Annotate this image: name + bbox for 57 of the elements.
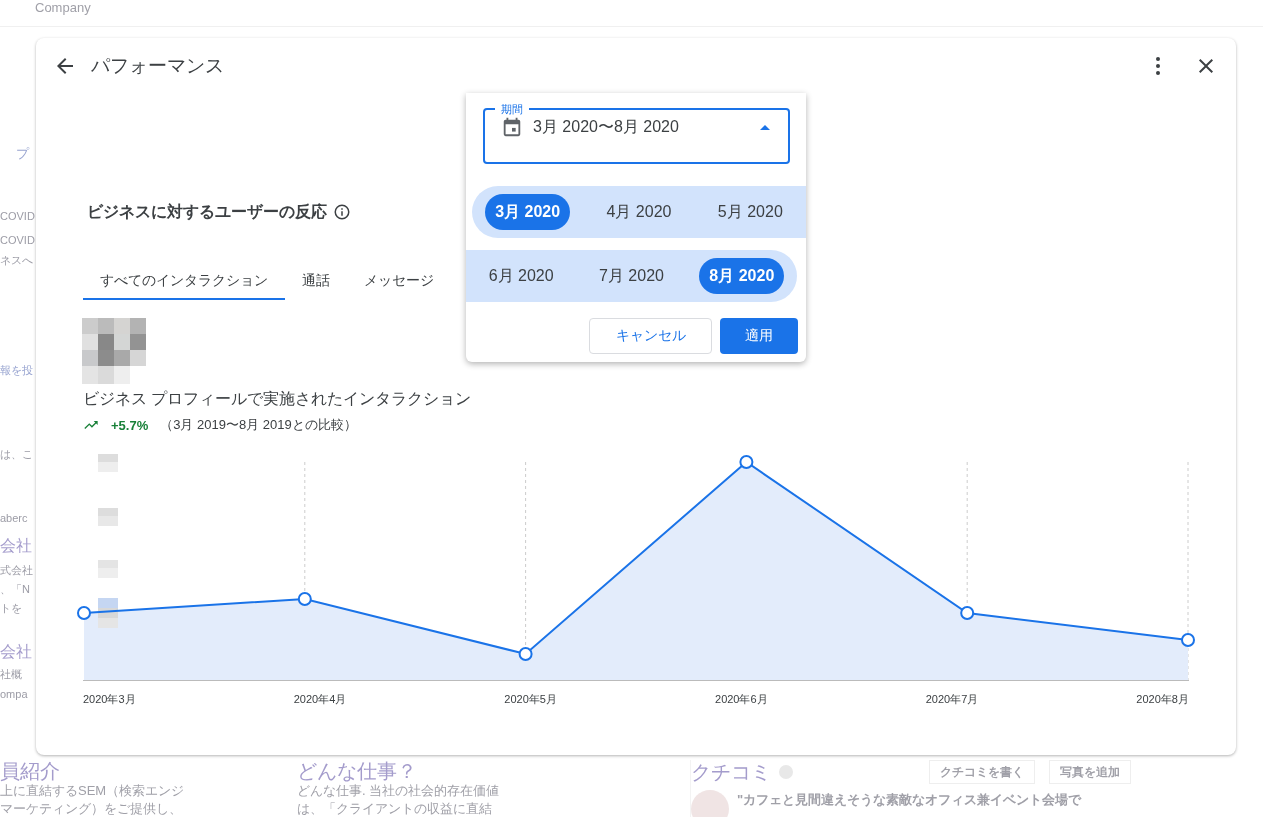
tab[interactable]: すべてのインタラクション — [83, 264, 285, 300]
background-text: は、こ — [0, 447, 33, 462]
axis-label: 2020年7月 — [925, 692, 979, 707]
month-chip[interactable]: 3月 2020 — [485, 194, 571, 230]
section-title: ビジネスに対するユーザーの反応 — [87, 201, 327, 222]
dialog-title: パフォーマンス — [91, 54, 224, 78]
background-text: プ — [16, 145, 29, 163]
tab[interactable]: 通話 — [285, 264, 347, 300]
axis-label: 2020年3月 — [83, 692, 136, 707]
background-text: COVID — [0, 233, 35, 248]
calendar-icon — [501, 116, 523, 138]
background-text: aberc — [0, 511, 28, 526]
background-text: 式会社 — [0, 563, 33, 578]
date-range-field[interactable]: 期間 3月 2020〜8月 2020 — [483, 102, 790, 164]
background-text: 会社 — [0, 642, 32, 662]
month-chip[interactable]: 5月 2020 — [707, 194, 793, 230]
background-text: 報を投 — [0, 363, 33, 378]
comparison-note: （3月 2019〜8月 2019との比較） — [160, 416, 357, 434]
background-heading: 員紹介 — [0, 760, 61, 782]
background-text: は、「クライアントの収益に直結 — [297, 800, 493, 817]
apply-button[interactable]: 適用 — [720, 318, 798, 354]
chart-title: ビジネス プロフィールで実施されたインタラクション — [83, 389, 473, 409]
change-percent: +5.7% — [111, 417, 149, 433]
background-text: 、「N — [0, 582, 30, 597]
background-text: トを — [0, 601, 22, 616]
avatar — [691, 790, 729, 817]
background-text: COVID — [0, 209, 35, 224]
info-icon[interactable] — [333, 203, 351, 221]
month-chip[interactable]: 6月 2020 — [478, 258, 564, 294]
background-text: 社概 — [0, 667, 22, 682]
axis-label: 2020年5月 — [504, 692, 557, 707]
review-quote: "カフェと見間違えそうな素敵なオフィス兼イベント会場で — [737, 791, 1082, 809]
cancel-button[interactable]: キャンセル — [589, 318, 712, 354]
data-point — [1181, 633, 1195, 647]
data-point — [297, 592, 312, 606]
data-point — [960, 606, 975, 620]
background-text: マーケティング）をご提供し、 — [0, 800, 183, 817]
data-point — [77, 606, 91, 620]
data-point — [518, 647, 533, 661]
background-text: 会社 — [0, 536, 32, 556]
background-text: どんな仕事. 当社の社会的存在価値 — [297, 782, 501, 800]
background-text: ompa — [0, 687, 28, 702]
month-chip[interactable]: 7月 2020 — [589, 258, 674, 294]
background-text: 上に直結するSEM（検索エンジ — [0, 782, 186, 800]
field-label: 期間 — [500, 102, 524, 116]
data-point — [739, 455, 754, 469]
background-text: ネスへ — [0, 253, 33, 268]
axis-label: 2020年8月 — [1136, 692, 1189, 707]
caret-up-icon[interactable] — [760, 124, 770, 130]
month-chip[interactable]: 8月 2020 — [699, 258, 785, 294]
field-value: 3月 2020〜8月 2020 — [533, 116, 679, 137]
tab[interactable]: メッセージ — [347, 264, 451, 300]
axis-label: 2020年4月 — [293, 692, 347, 707]
background-heading: どんな仕事？ — [297, 760, 418, 782]
month-chip[interactable]: 4月 2020 — [596, 194, 682, 230]
reviews-heading: クチコミ — [691, 761, 771, 783]
axis-label: 2020年6月 — [715, 692, 768, 707]
